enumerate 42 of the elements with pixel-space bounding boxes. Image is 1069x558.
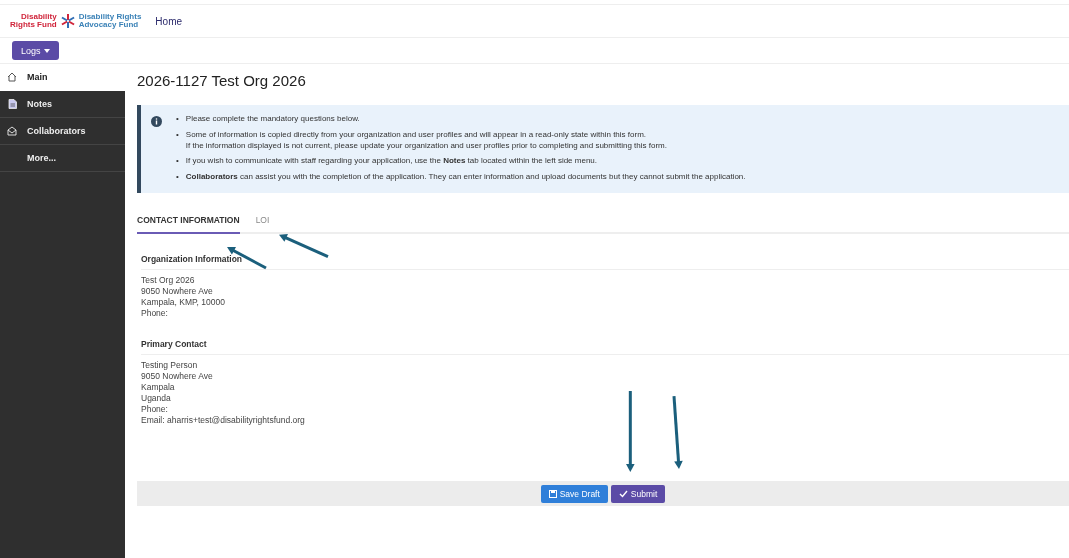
tab[interactable]: CONTACT INFORMATION <box>137 215 240 234</box>
detail-text: Kampala, KMP, 10000 <box>141 297 226 308</box>
detail-text: Uganda <box>141 393 172 404</box>
home-link[interactable]: Home <box>155 15 183 27</box>
save-icon <box>548 489 557 498</box>
sidebar-item[interactable]: More... <box>0 145 125 172</box>
tab[interactable]: LOI <box>255 215 270 234</box>
bullet: • <box>176 156 179 168</box>
submit-button[interactable]: Submit <box>610 484 666 503</box>
detail-text: Test Org 2026 <box>141 275 196 286</box>
detail-text: Phone: <box>141 308 169 319</box>
document-icon <box>7 99 17 109</box>
annotation-arrow <box>279 234 329 259</box>
inbox-icon <box>7 126 17 136</box>
save-draft-button[interactable]: Save Draft <box>540 484 608 503</box>
bullet: • <box>176 172 179 183</box>
info-text: Some of information is copied directly from your organization and user profiles and will appear in a read-only state within this form. <box>185 129 648 141</box>
detail-text: Kampala <box>141 382 176 393</box>
info-text: Please complete the mandatory questions below. <box>185 114 360 125</box>
logo-text: Disability Rights Fund <box>10 12 57 30</box>
info-icon <box>151 116 162 127</box>
detail-text: 9050 Nowhere Ave <box>141 371 214 382</box>
check-icon <box>618 489 628 498</box>
home-icon <box>7 72 17 82</box>
bullet: • <box>176 129 179 141</box>
page-title: 2026-1127 Test Org 2026 <box>137 72 307 89</box>
detail-text: Testing Person <box>141 360 199 371</box>
logs-button[interactable]: Logs <box>12 41 59 60</box>
section-heading: Organization Information <box>141 254 1069 270</box>
sidebar-item[interactable]: Notes <box>0 91 125 118</box>
detail-text: Email: aharris+test@disabilityrightsfund.org <box>141 415 306 426</box>
caret-icon <box>43 48 50 53</box>
info-text: Collaborators can assist you with the completion of the application. They can enter information and upload documents but they cannot submit the application. <box>185 172 746 183</box>
section-heading: Primary Contact <box>141 339 1069 355</box>
bullet: • <box>176 114 179 125</box>
logo-icon <box>59 14 76 28</box>
detail-text: Phone: <box>141 404 169 415</box>
detail-text: 9050 Nowhere Ave <box>141 286 214 297</box>
info-text: If the information displayed is not current, please update your organization and user profiles prior to completing and submitting this form. <box>185 140 667 152</box>
sidebar-item[interactable]: Collaborators <box>0 118 125 145</box>
info-text: If you wish to communicate with staff regarding your application, use the Notes tab located within the left side menu. <box>185 156 597 168</box>
logo-text: Disability Rights Advocacy Fund <box>78 12 142 30</box>
